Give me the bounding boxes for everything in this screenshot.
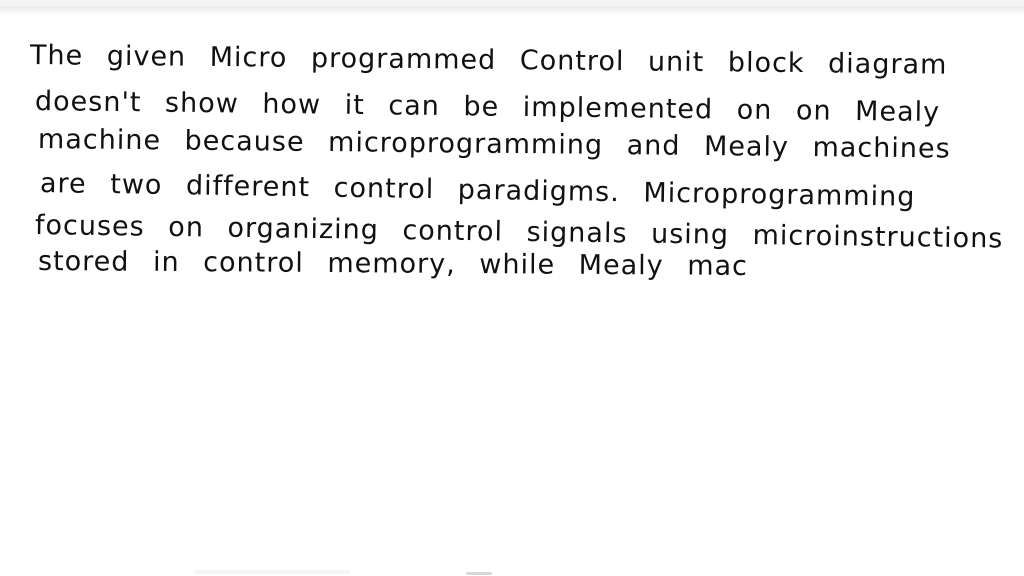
scroll-indicator[interactable] bbox=[466, 572, 492, 575]
handwritten-line: doesn't show how it can be implemented o… bbox=[34, 86, 941, 129]
handwritten-line: are two different control paradigms. Mic… bbox=[39, 168, 916, 213]
handwritten-line: The given Micro programmed Control unit … bbox=[29, 40, 948, 81]
handwritten-line: machine because microprogramming and Mea… bbox=[37, 124, 951, 165]
whiteboard-page: The given Micro programmed Control unit … bbox=[0, 0, 1024, 576]
bottom-edge-strip bbox=[195, 570, 350, 574]
handwritten-line: stored in control memory, while Mealy ma… bbox=[37, 246, 749, 282]
handwritten-text-block: The given Micro programmed Control unit … bbox=[0, 0, 1024, 320]
